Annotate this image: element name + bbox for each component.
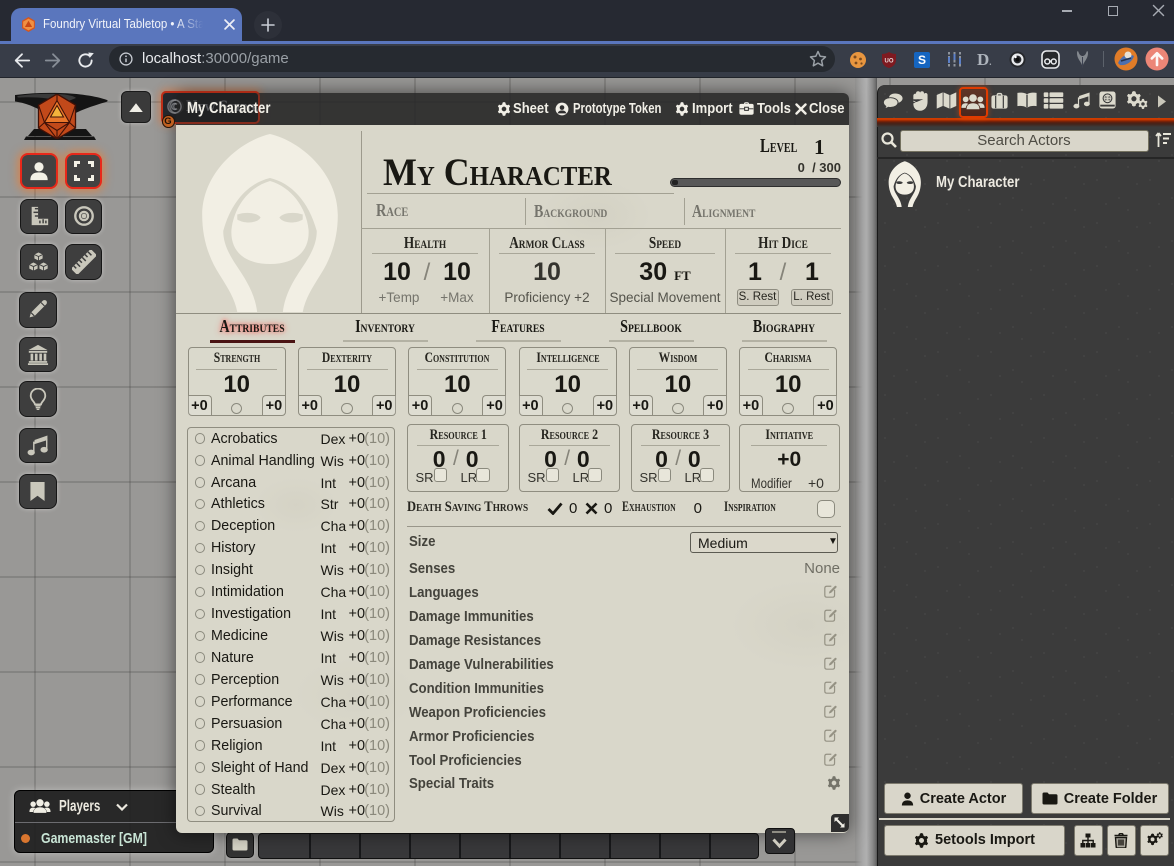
svg-text:UO: UO	[885, 59, 894, 65]
